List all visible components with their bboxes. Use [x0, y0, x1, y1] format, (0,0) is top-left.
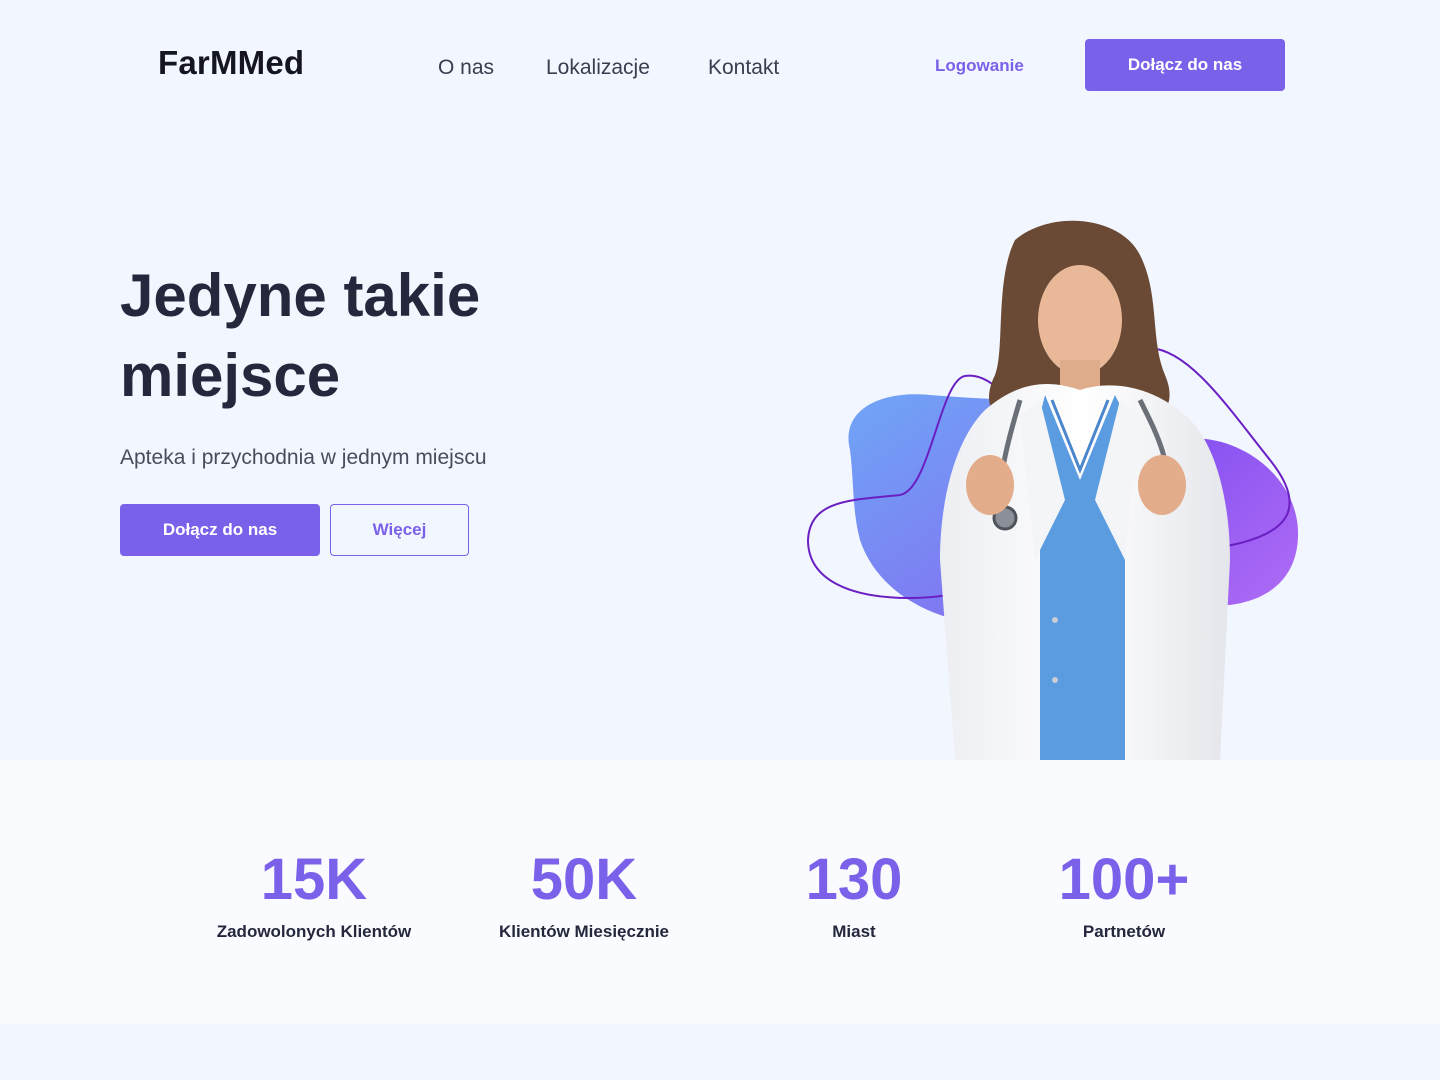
- stat-item: 100+ Partnetów: [994, 846, 1254, 942]
- nav-link-contact[interactable]: Kontakt: [708, 56, 779, 80]
- brand-logo[interactable]: FarMMed: [158, 44, 304, 82]
- hero-join-button[interactable]: Dołącz do nas: [120, 504, 320, 556]
- stat-label: Partnetów: [1082, 922, 1166, 941]
- landing-page: FarMMed O nas Lokalizacje Kontakt Logowa…: [0, 0, 1440, 1080]
- hero-subtitle: Apteka i przychodnia w jednym miejscu: [120, 446, 487, 469]
- stat-value: 130: [805, 847, 903, 912]
- stat-value: 100+: [1058, 847, 1190, 912]
- stat-item: 50K Klientów Miesięcznie: [454, 846, 714, 942]
- stat-label: Zadowolonych Klientów: [216, 922, 412, 941]
- stat-item: 130 Miast: [724, 846, 984, 942]
- stat-value: 15K: [260, 847, 368, 912]
- doctor-illustration: [790, 200, 1320, 760]
- hero-title: Jedyne takie miejsce: [120, 262, 481, 409]
- hero-more-button[interactable]: Więcej: [330, 504, 469, 556]
- nav-link-about[interactable]: O nas: [438, 56, 494, 80]
- login-link[interactable]: Logowanie: [935, 56, 1024, 76]
- stat-item: 15K Zadowolonych Klientów: [184, 846, 444, 942]
- stat-label: Klientów Miesięcznie: [498, 922, 670, 941]
- stat-label: Miast: [832, 922, 876, 941]
- nav-link-locations[interactable]: Lokalizacje: [546, 56, 650, 80]
- nav-join-button[interactable]: Dołącz do nas: [1085, 39, 1285, 91]
- stats-section: 15K Zadowolonych Klientów 50K Klientów M…: [0, 760, 1440, 1024]
- stat-value: 50K: [530, 847, 638, 912]
